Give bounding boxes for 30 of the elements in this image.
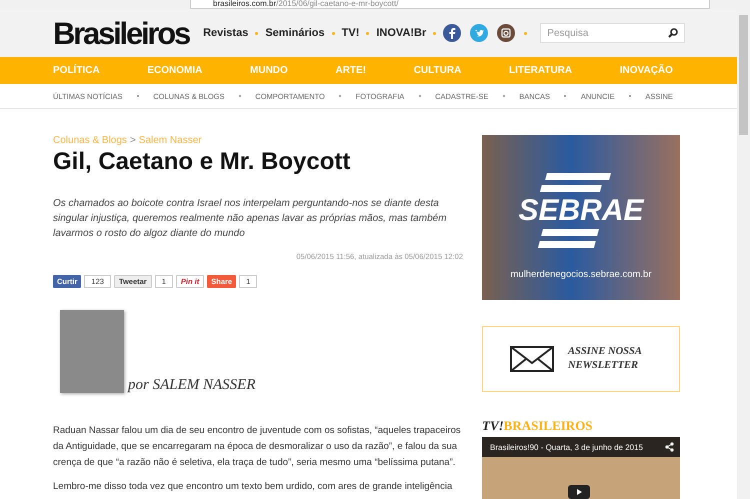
newsletter-banner[interactable]: ASSINE NOSSA NEWSLETTER xyxy=(482,326,680,392)
play-icon[interactable] xyxy=(568,485,590,499)
video-player[interactable]: Brasileiros!90 - Quarta, 3 de junho de 2015 xyxy=(482,437,680,499)
header-link[interactable]: INOVA!Br xyxy=(376,27,426,39)
article-lead: Os chamados ao boicote contra Israel nos interpelam perguntando-nos se diante desta singular injustiça, queremos realmente não apenas lavar as próprias mãos, mas também lavarmos o rosto do algoz diante do mundo xyxy=(53,197,448,241)
article-title: Gil, Caetano e Mr. Boycott xyxy=(53,148,352,176)
ad-url: mulherdenegocios.sebrae.com.br xyxy=(510,269,652,280)
article-paragraph: Raduan Nassar falou um dia de seu encontro de juventude com os sofistas, “aqueles trapaceiros da Antiguidade, que se encarregaram na época de desmoralizar o uso da razão”, e falou da sua crença de que “a razão não é seletiva, ela traça de tudo”, seria mesmo uma “belíssima putana”. xyxy=(53,424,462,470)
twitter-icon[interactable] xyxy=(470,24,488,42)
video-title: Brasileiros!90 - Quarta, 3 de junho de 2015 xyxy=(490,442,643,452)
camera-icon[interactable] xyxy=(497,24,516,42)
ad-brand: SEBRAE xyxy=(518,195,644,227)
share-icon[interactable] xyxy=(665,442,674,452)
tv-heading: BRASILEIROS xyxy=(504,418,593,433)
site-logo[interactable]: Brasileiros xyxy=(53,18,190,48)
breadcrumb-separator: > xyxy=(130,135,136,146)
article-paragraph: Lembro-me disso toda vez que encontro um texto bem urdido, com ares de grande inteligência xyxy=(53,480,454,494)
author-byline: por SALEM NASSER xyxy=(128,378,256,393)
tv-heading-prefix: TV! xyxy=(482,418,504,433)
search-field[interactable]: Pesquisa xyxy=(540,23,686,43)
header-link[interactable]: Revistas xyxy=(203,27,248,39)
advertisement-banner[interactable]: SEBRAE mulherdenegocios.sebrae.com.br xyxy=(482,135,680,300)
header-link[interactable]: TV! xyxy=(342,27,360,39)
address-bar[interactable]: brasileiros.com.br/2015/06/gil-caetano-e-mr-boycott/ xyxy=(190,0,710,9)
search-icon[interactable] xyxy=(668,28,678,38)
facebook-icon[interactable] xyxy=(443,24,462,42)
scrollbar-thumb[interactable] xyxy=(739,15,748,135)
envelope-icon xyxy=(510,346,554,372)
newsletter-text: ASSINE NOSSA NEWSLETTER xyxy=(568,345,642,373)
header-link[interactable]: Seminários xyxy=(265,27,325,39)
